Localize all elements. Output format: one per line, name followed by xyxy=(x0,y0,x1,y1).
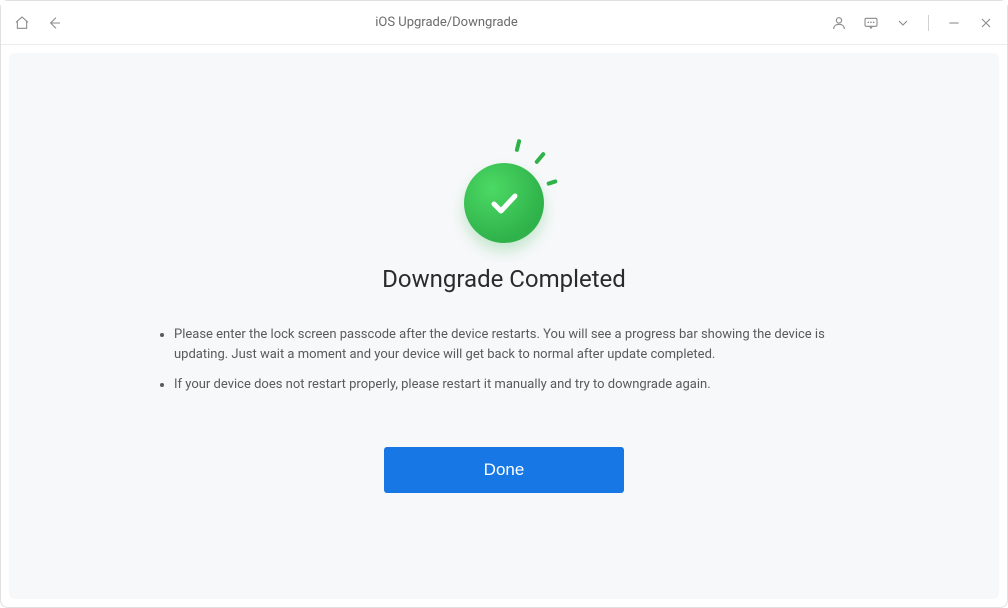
done-button[interactable]: Done xyxy=(384,447,624,493)
sparkle-icon xyxy=(546,179,558,186)
back-icon[interactable] xyxy=(45,14,63,32)
success-graphic xyxy=(444,133,564,243)
page-heading: Downgrade Completed xyxy=(382,265,626,293)
titlebar-divider xyxy=(928,15,929,31)
close-icon[interactable] xyxy=(977,14,995,32)
window-title: iOS Upgrade/Downgrade xyxy=(63,15,830,30)
titlebar-right xyxy=(830,14,995,32)
user-icon[interactable] xyxy=(830,14,848,32)
success-check-icon xyxy=(464,163,544,243)
list-item: Please enter the lock screen passcode af… xyxy=(174,325,854,365)
home-icon[interactable] xyxy=(13,14,31,32)
titlebar: iOS Upgrade/Downgrade xyxy=(1,1,1007,45)
chevron-down-icon[interactable] xyxy=(894,14,912,32)
app-window: iOS Upgrade/Downgrade xyxy=(0,0,1008,608)
sparkle-icon xyxy=(534,151,546,164)
titlebar-left xyxy=(13,14,63,32)
instruction-list: Please enter the lock screen passcode af… xyxy=(154,325,854,405)
list-item: If your device does not restart properly… xyxy=(174,375,854,395)
sparkle-icon xyxy=(514,139,521,153)
feedback-icon[interactable] xyxy=(862,14,880,32)
main-content: Downgrade Completed Please enter the loc… xyxy=(9,53,999,599)
minimize-icon[interactable] xyxy=(945,14,963,32)
